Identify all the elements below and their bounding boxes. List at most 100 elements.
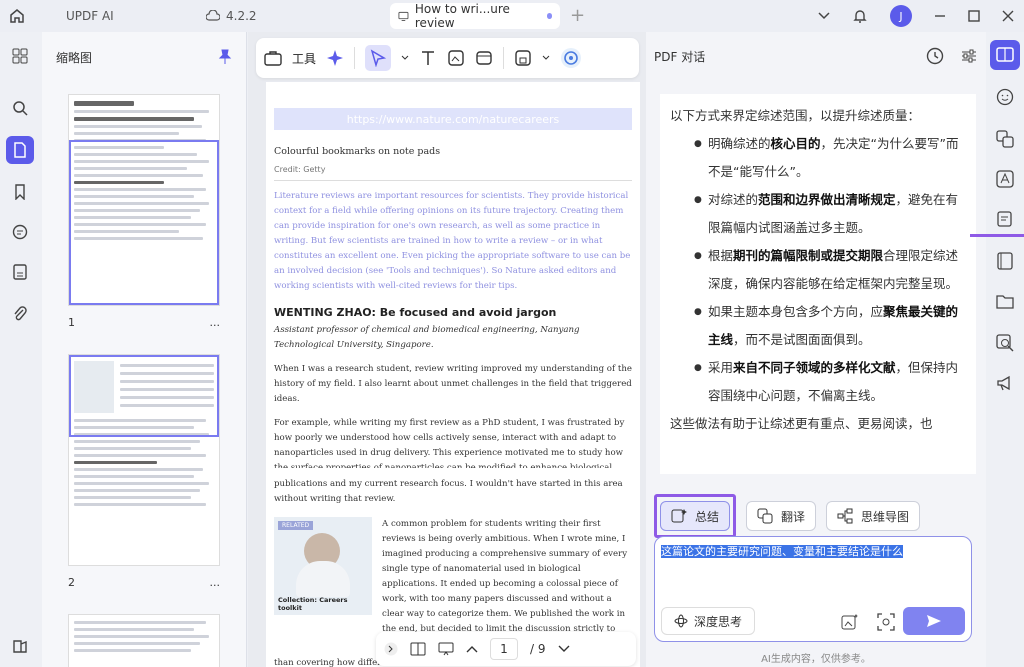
deep-think-button[interactable]: 深度思考 [661, 607, 756, 635]
quick-actions: 总结 翻译 思维导图 [654, 494, 921, 538]
version-indicator[interactable]: 4.2.2 [206, 9, 257, 23]
pdf-page-1: https://www.nature.com/naturecareers Col… [266, 82, 640, 478]
document-tab[interactable]: How to wri...ure review [390, 2, 560, 30]
home-button[interactable] [0, 8, 34, 24]
chevron-down-icon[interactable] [542, 55, 550, 61]
folder-tab[interactable] [990, 286, 1020, 316]
book-icon [997, 252, 1013, 270]
page-thumbnail-3[interactable] [68, 614, 220, 667]
chat-title: PDF 对话 [654, 49, 706, 64]
comment-icon [12, 224, 28, 240]
mindmap-button[interactable]: 思维导图 [826, 501, 921, 531]
translate-icon [996, 130, 1014, 148]
comments-button[interactable] [6, 218, 34, 246]
chevron-down-icon[interactable] [401, 55, 409, 61]
chevron-up-icon[interactable] [466, 645, 478, 653]
section-heading: WENTING ZHAO: Be focused and avoid jargo… [274, 306, 557, 319]
chevron-down-icon[interactable] [558, 645, 570, 653]
summary-highlight-box: 总结 [654, 494, 737, 538]
chat-book-icon [996, 47, 1014, 62]
image-upload-icon[interactable] [841, 613, 859, 631]
new-tab-button[interactable]: + [570, 5, 585, 26]
send-button[interactable] [903, 607, 965, 635]
current-page-input[interactable]: 1 [490, 638, 518, 660]
page-thumbnail-1[interactable] [68, 94, 220, 306]
toolbox-icon[interactable] [264, 50, 282, 66]
grid-icon [12, 48, 28, 64]
active-tab-indicator [970, 234, 1024, 237]
ai-assistant-icon[interactable] [560, 47, 582, 69]
tools-label[interactable]: 工具 [292, 50, 316, 67]
smile-icon [996, 88, 1014, 106]
related-card[interactable]: RELATED Collection: Careers toolkit [274, 517, 372, 615]
presentation-icon[interactable] [438, 642, 454, 656]
ai-disclaimer: AI生成内容，仅供参考。 [761, 654, 871, 665]
paragraph: When I was a research student, review wr… [274, 364, 632, 404]
minimize-icon[interactable] [934, 10, 946, 22]
page-more-1[interactable]: ... [210, 316, 221, 329]
page-thumbnail-2[interactable] [68, 354, 220, 566]
translate-button[interactable]: 翻译 [746, 501, 817, 531]
chat-input-text[interactable]: 这篇论文的主要研究问题、变量和主要结论是什么 [661, 543, 965, 559]
home-icon [10, 9, 24, 23]
paragraph: publications and my current research foc… [274, 479, 623, 504]
image-tool-icon[interactable] [447, 49, 465, 67]
author-affiliation: Assistant professor of chemical and biom… [274, 325, 580, 350]
summary-button[interactable]: 总结 [660, 501, 731, 531]
chevron-right-icon[interactable] [384, 642, 398, 656]
link-tool-icon[interactable] [475, 49, 493, 67]
attachments-button[interactable] [6, 300, 34, 328]
pdf-chat-tab[interactable] [990, 40, 1020, 70]
reading-mode-icon[interactable] [410, 642, 426, 656]
search-ai-tab[interactable] [990, 328, 1020, 358]
bell-icon[interactable] [852, 8, 868, 24]
chat-input-box[interactable]: 这篇论文的主要研究问题、变量和主要结论是什么 深度思考 [654, 536, 972, 642]
summary-tab[interactable] [990, 204, 1020, 234]
app-name: UPDF AI [66, 9, 114, 23]
page-navigator: 1 / 9 [376, 632, 636, 666]
page-more-2[interactable]: ... [210, 576, 221, 589]
close-icon[interactable] [1002, 10, 1014, 22]
grid-view-button[interactable] [6, 42, 34, 70]
translate-tab[interactable] [990, 124, 1020, 154]
unsaved-dot [546, 13, 552, 19]
avatar[interactable]: J [890, 5, 912, 27]
search-icon [13, 101, 28, 116]
paperclip-icon [14, 306, 27, 321]
text-tool-icon[interactable] [419, 49, 437, 67]
atom-icon [674, 614, 688, 628]
answer-bullet: 如果主题本身包含多个方向，应聚焦最关键的主线，而不是试图面面俱到。 [694, 298, 966, 354]
cloud-icon [206, 10, 220, 21]
pin-icon[interactable] [218, 49, 232, 65]
page-highlight [69, 355, 219, 437]
intro-paragraph: Literature reviews are important resourc… [274, 191, 631, 291]
version-text: 4.2.2 [226, 9, 257, 23]
ai-answer: 以下方式来界定综述范围，以提升综述质量： 明确综述的核心目的，先决定“为什么要写… [660, 94, 976, 474]
document-viewer[interactable]: https://www.nature.com/naturecareers Col… [248, 32, 646, 667]
ocr-tab[interactable] [990, 164, 1020, 194]
thumbnails-button[interactable] [6, 136, 34, 164]
ai-sparkle-icon[interactable] [326, 49, 344, 67]
chevron-down-icon[interactable] [818, 12, 830, 20]
answer-bullet: 根据期刊的篇幅限制或提交期限合理限定综述深度，确保内容能够在给定框架内完整呈现。 [694, 242, 966, 298]
bookmarks-button[interactable] [6, 178, 34, 206]
folder-sparkle-icon [996, 295, 1014, 309]
book-tab[interactable] [990, 246, 1020, 276]
save-icon[interactable] [514, 49, 532, 67]
settings-sliders-icon[interactable] [960, 47, 978, 65]
forms-button[interactable] [6, 258, 34, 286]
select-tool[interactable] [365, 45, 392, 71]
answer-bullet: 采用来自不同子领域的多样化文献，但保持内容围绕中心问题，不偏离主线。 [694, 354, 966, 410]
layers-button[interactable] [6, 632, 34, 660]
maximize-icon[interactable] [968, 10, 980, 22]
search-button[interactable] [6, 94, 34, 122]
related-tag: RELATED [278, 521, 314, 530]
answer-bullet: 对综述的范围和边界做出清晰规定，避免在有限篇幅内试图涵盖过多主题。 [694, 186, 966, 242]
ai-chat-tab[interactable] [990, 82, 1020, 112]
cursor-icon [370, 49, 387, 67]
document-icon [14, 142, 26, 158]
announce-tab[interactable] [990, 368, 1020, 398]
history-icon[interactable] [926, 47, 944, 65]
url-banner: https://www.nature.com/naturecareers [274, 108, 632, 130]
screenshot-icon[interactable] [877, 613, 895, 631]
